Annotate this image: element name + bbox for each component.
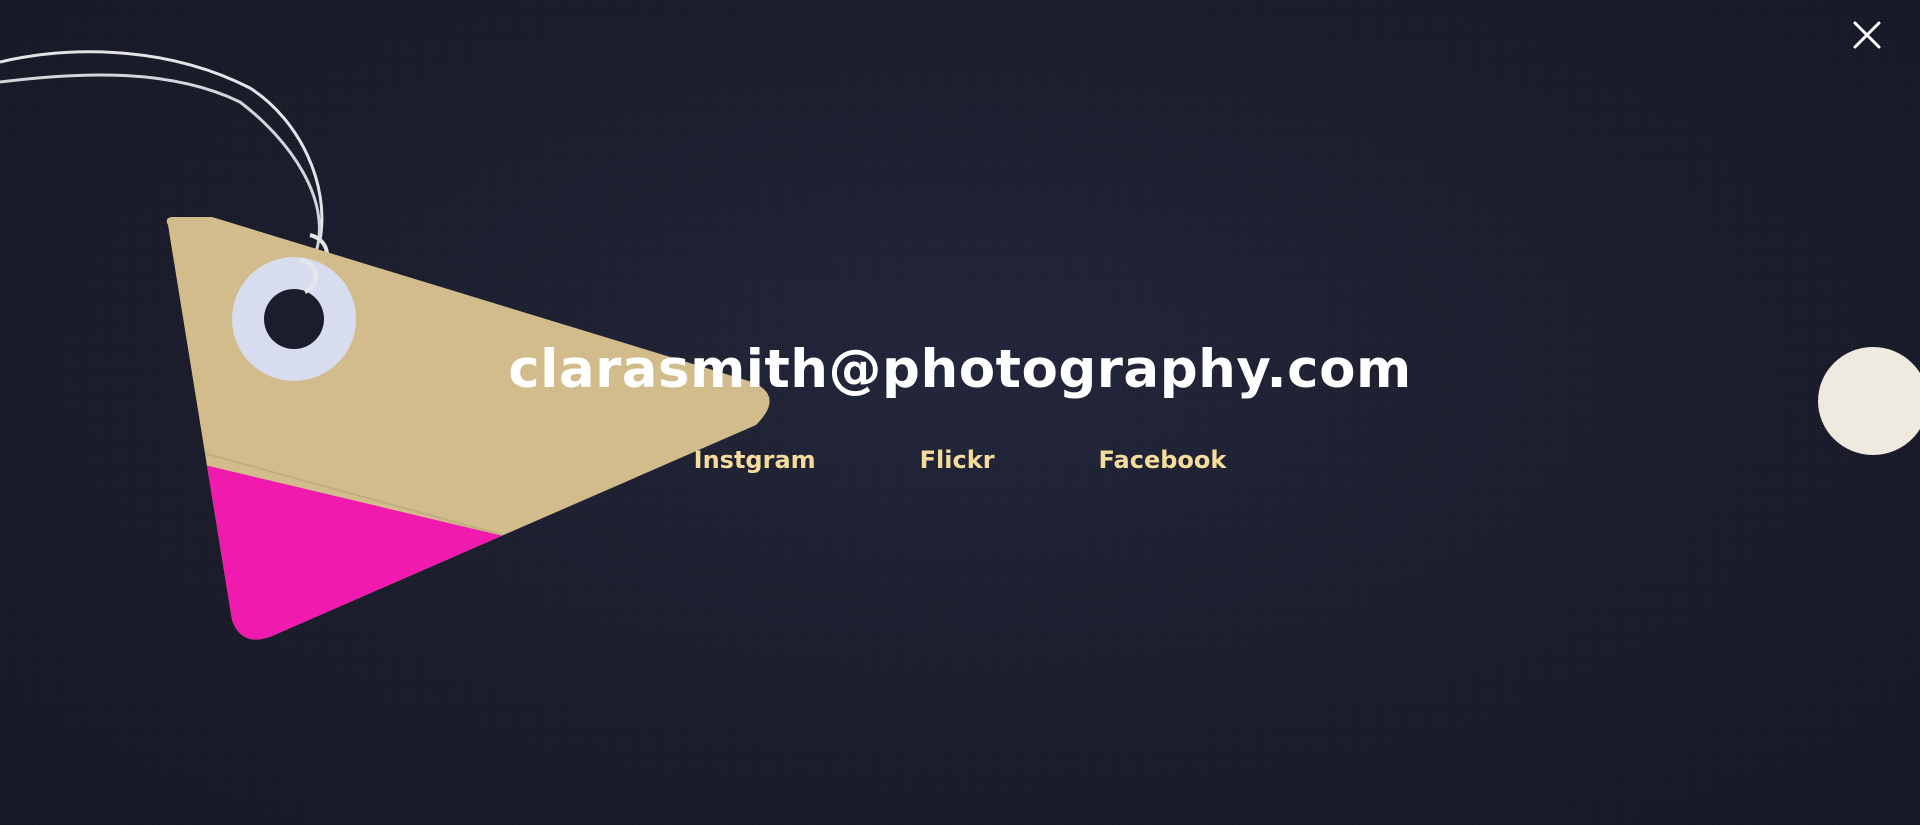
flickr-link[interactable]: Flickr bbox=[920, 446, 995, 474]
social-links: Instgram Flickr Facebook bbox=[0, 446, 1920, 474]
instagram-link[interactable]: Instgram bbox=[694, 446, 816, 474]
price-tag-illustration bbox=[0, 50, 770, 640]
tag-body bbox=[166, 217, 770, 640]
facebook-link[interactable]: Facebook bbox=[1099, 446, 1227, 474]
contact-block: clarasmith@photography.com bbox=[0, 335, 1920, 405]
contact-email-link[interactable]: clarasmith@photography.com bbox=[508, 335, 1411, 405]
close-icon bbox=[1853, 21, 1881, 49]
close-button[interactable] bbox=[1852, 20, 1882, 50]
